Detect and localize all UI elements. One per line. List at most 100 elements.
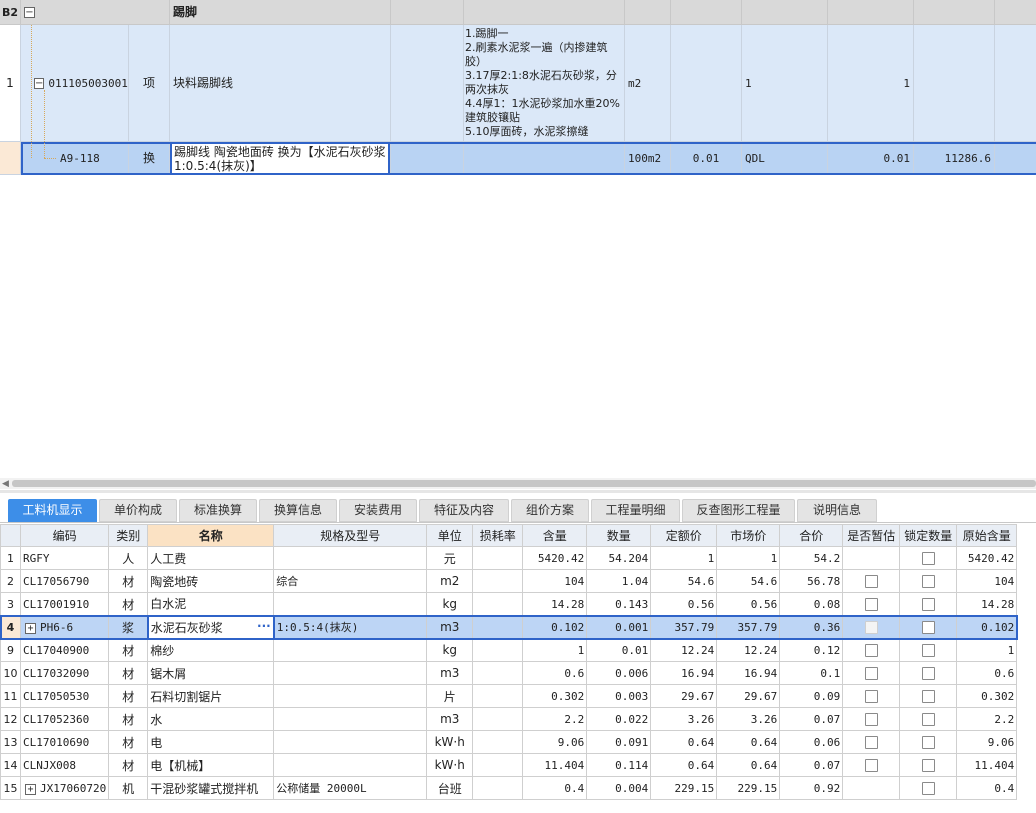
resource-total-price[interactable]: 0.09 [779,684,844,708]
resource-content[interactable]: 9.06 [522,730,588,754]
resource-total-price[interactable]: 0.1 [779,661,844,685]
provisional-checkbox[interactable] [864,598,878,611]
resource-name[interactable]: 人工费 [147,546,275,570]
column-header[interactable]: 定额价 [650,524,718,547]
resource-market-price[interactable]: 3.26 [716,707,781,731]
resource-market-price[interactable]: 12.24 [716,638,781,662]
resource-spec[interactable] [273,661,428,685]
resource-lock-quantity[interactable] [899,592,958,616]
lock-quantity-checkbox[interactable] [921,667,935,680]
resource-lock-quantity[interactable] [899,776,958,800]
resource-original-content[interactable]: 9.06 [956,730,1018,754]
resource-market-price[interactable]: 0.64 [716,730,781,754]
resource-quota-price[interactable]: 0.64 [650,730,718,754]
resource-market-price[interactable]: 0.56 [716,592,781,616]
resource-total-price[interactable]: 0.07 [779,707,844,731]
resource-code[interactable]: CL17050530 [19,684,110,708]
resource-lock-quantity[interactable] [899,707,958,731]
resource-quota-price[interactable]: 54.6 [650,569,718,593]
resource-loss-rate[interactable] [472,569,524,593]
resource-lock-quantity[interactable] [899,753,958,777]
resource-loss-rate[interactable] [472,661,524,685]
resource-quantity[interactable]: 54.204 [586,546,652,570]
quota-name-editor[interactable]: 踢脚线 陶瓷地面砖 换为【水泥石灰砂浆1:0.5:4(抹灰)】 [170,142,390,175]
resource-unit[interactable]: m2 [426,569,474,593]
resource-unit[interactable]: 台班 [426,776,474,800]
resource-provisional[interactable] [842,661,901,685]
resource-unit[interactable]: 元 [426,546,474,570]
resource-total-price[interactable]: 0.07 [779,753,844,777]
more-options-icon[interactable]: ··· [257,619,271,633]
table-row[interactable]: 9 CL17040900 材棉纱 kg 1 0.01 12.24 12.24 0.12 1 [0,638,1018,662]
tab-unit-price-composition[interactable]: 单价构成 [99,499,177,522]
resource-provisional[interactable] [842,730,901,754]
resource-quantity[interactable]: 0.091 [586,730,652,754]
item-quantity-expression[interactable]: 1 [742,25,828,142]
resource-quota-price[interactable]: 16.94 [650,661,718,685]
resource-name[interactable]: 陶瓷地砖 [147,569,275,593]
tab-description-info[interactable]: 说明信息 [797,499,877,522]
resource-provisional[interactable] [842,684,901,708]
resource-loss-rate[interactable] [472,638,524,662]
resource-unit[interactable]: m3 [426,707,474,731]
lock-quantity-checkbox[interactable] [921,621,935,634]
lock-quantity-checkbox[interactable] [921,575,935,588]
resource-quota-price[interactable]: 1 [650,546,718,570]
table-row[interactable]: 10 CL17032090 材锯木屑 m3 0.6 0.006 16.94 16.94 0.1 0… [0,661,1018,685]
resource-spec[interactable] [273,592,428,616]
resource-code[interactable]: CLNJX008 [19,753,110,777]
resource-quantity[interactable]: 0.114 [586,753,652,777]
resource-original-content[interactable]: 104 [956,569,1018,593]
resource-content[interactable]: 0.102 [522,615,588,639]
lock-quantity-checkbox[interactable] [921,598,935,611]
resource-code[interactable]: CL17010690 [19,730,110,754]
provisional-checkbox[interactable] [864,667,878,680]
resource-market-price[interactable]: 0.64 [716,753,781,777]
quota-code-cell[interactable]: A9-118 [21,142,129,175]
resource-loss-rate[interactable] [472,707,524,731]
resource-quantity[interactable]: 1.04 [586,569,652,593]
resource-quantity[interactable]: 0.01 [586,638,652,662]
resource-original-content[interactable]: 0.302 [956,684,1018,708]
resource-unit[interactable]: 片 [426,684,474,708]
tab-standard-conversion[interactable]: 标准换算 [179,499,257,522]
provisional-checkbox[interactable] [864,575,878,588]
provisional-checkbox[interactable] [864,736,878,749]
resource-unit[interactable]: m3 [426,615,474,639]
item-name[interactable]: 块料踢脚线 [170,25,391,142]
resource-spec[interactable] [273,753,428,777]
resource-unit[interactable]: kg [426,638,474,662]
resource-original-content[interactable]: 14.28 [956,592,1018,616]
resource-spec[interactable] [273,707,428,731]
resource-code[interactable]: CL17001910 [19,592,110,616]
resource-total-price[interactable]: 0.36 [779,615,844,639]
resource-total-price[interactable]: 0.06 [779,730,844,754]
resource-content[interactable]: 0.302 [522,684,588,708]
resource-market-price[interactable]: 29.67 [716,684,781,708]
resource-original-content[interactable]: 11.404 [956,753,1018,777]
lock-quantity-checkbox[interactable] [921,736,935,749]
resource-code[interactable]: RGFY [19,546,110,570]
resource-content[interactable]: 0.4 [522,776,588,800]
collapse-toggle-icon[interactable]: − [24,6,35,18]
resource-quota-price[interactable]: 229.15 [650,776,718,800]
provisional-checkbox[interactable] [864,644,878,657]
resource-name[interactable]: 电【机械】 [147,753,275,777]
resource-total-price[interactable]: 56.78 [779,569,844,593]
collapse-toggle-icon[interactable]: − [34,77,45,89]
resource-market-price[interactable]: 357.79 [716,615,781,639]
column-header[interactable]: 单位 [426,524,474,547]
resource-lock-quantity[interactable] [899,730,958,754]
lock-quantity-checkbox[interactable] [921,644,935,657]
resource-code[interactable]: CL17052360 [19,707,110,731]
resource-quantity[interactable]: 0.143 [586,592,652,616]
resource-code[interactable]: CL17032090 [19,661,110,685]
resource-code[interactable]: + PH6-6 [19,615,110,639]
resource-total-price[interactable]: 0.08 [779,592,844,616]
column-header[interactable]: 编码 [19,524,110,547]
tab-reverse-graphic-quantity[interactable]: 反查图形工程量 [682,499,795,522]
column-header[interactable]: 类别 [108,524,149,547]
scrollbar-thumb[interactable] [12,480,1036,487]
resource-content[interactable]: 14.28 [522,592,588,616]
lock-quantity-checkbox[interactable] [921,552,935,565]
